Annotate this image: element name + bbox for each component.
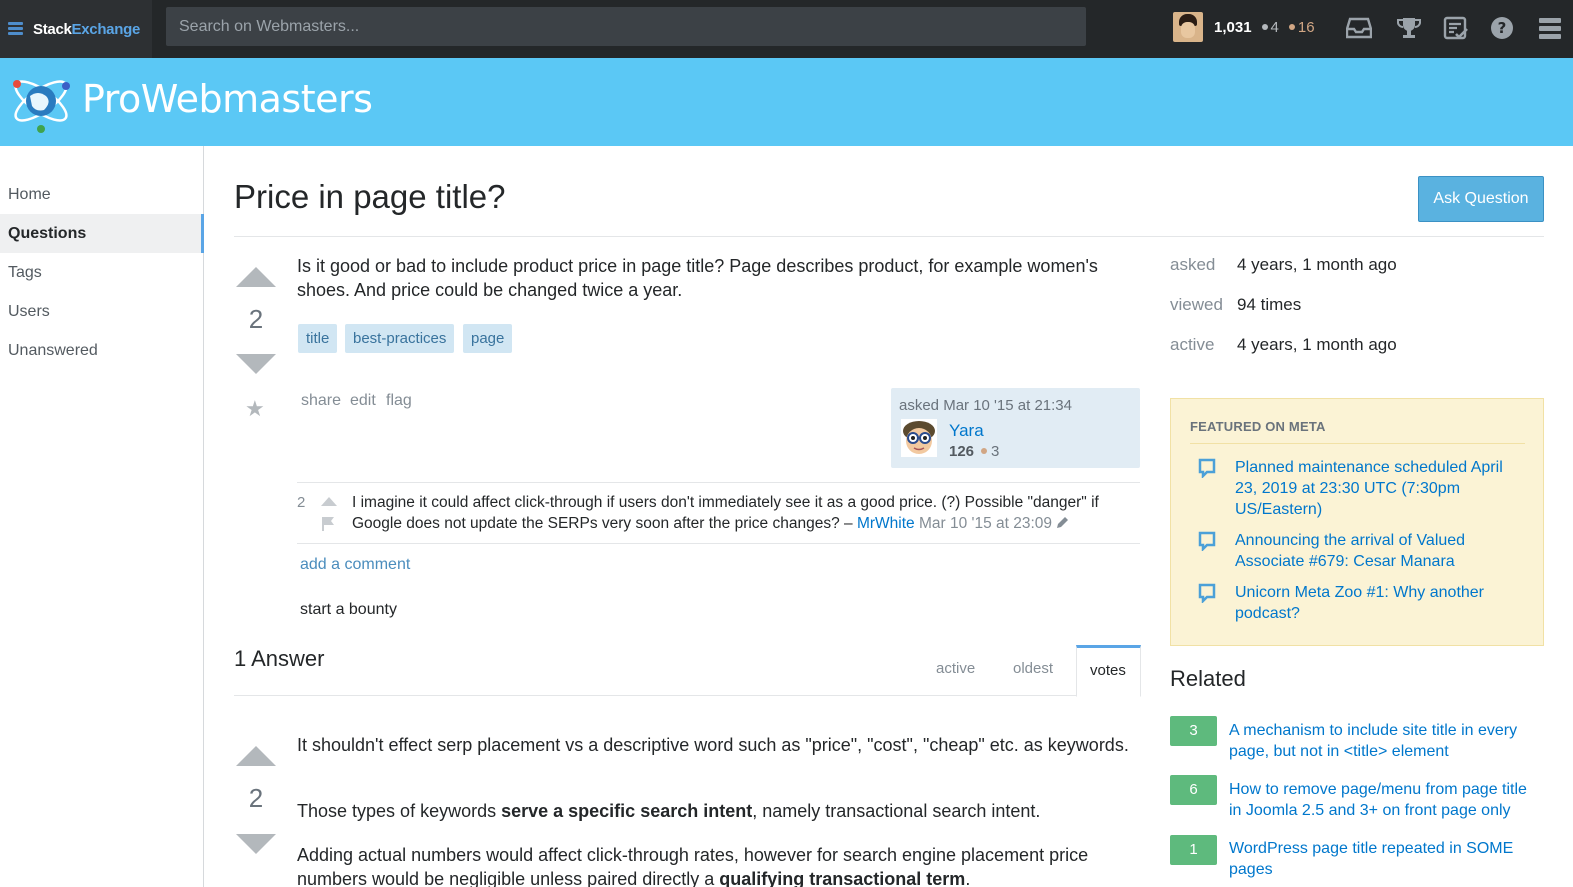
answer-vote-count: 2 [248, 783, 264, 813]
reputation: 1,031 [1214, 18, 1252, 36]
flag-link[interactable]: flag [386, 392, 412, 410]
comment-date: Mar 10 '15 at 23:09 [914, 515, 1053, 532]
ask-question-button[interactable]: Ask Question [1418, 176, 1544, 222]
stat-label-active: active [1170, 335, 1215, 354]
tag-page[interactable]: page [463, 324, 513, 353]
stat-value-viewed: 94 times [1237, 295, 1302, 314]
featured-link[interactable]: Unicorn Meta Zoo #1: Why another podcast… [1235, 582, 1525, 624]
related-title: Related [1170, 666, 1246, 691]
svg-text:?: ? [1498, 19, 1507, 37]
featured-on-meta: FEATURED ON META Planned maintenance sch… [1170, 398, 1544, 646]
answers-count-header: 1 Answer [234, 646, 325, 671]
stat-label-asked: asked [1170, 255, 1216, 274]
answer-paragraph: It shouldn't effect serp placement vs a … [297, 735, 1129, 755]
help-icon[interactable]: ? [1490, 16, 1516, 40]
brand-part: Stack [33, 20, 72, 38]
bronze-badge-icon [981, 448, 987, 454]
featured-link[interactable]: Announcing the arrival of Valued Associa… [1235, 530, 1525, 572]
tab-votes[interactable]: votes [1090, 662, 1126, 679]
site-header: ProWebmasters [0, 58, 1573, 146]
start-bounty-link[interactable]: start a bounty [300, 601, 397, 619]
comment-flag-icon[interactable] [322, 517, 334, 531]
meta-chat-icon [1198, 458, 1216, 478]
related-link[interactable]: How to remove page/menu from page title … [1229, 779, 1534, 821]
stat-value-asked: 4 years, 1 month ago [1237, 255, 1397, 274]
related-score[interactable]: 6 [1170, 775, 1217, 805]
stackexchange-brand: StackExchange [33, 21, 140, 38]
nav-item-questions[interactable]: Questions [0, 214, 204, 253]
answer-downvote-icon[interactable] [236, 834, 276, 854]
comments-list: 2 I imagine it could affect click-throug… [297, 482, 1140, 544]
stat-value-active[interactable]: 4 years, 1 month ago [1237, 335, 1397, 355]
related-score[interactable]: 3 [1170, 716, 1217, 746]
related-link[interactable]: A mechanism to include site title in eve… [1229, 720, 1534, 762]
stackexchange-icon [8, 22, 23, 36]
silver-badge-icon [1261, 24, 1268, 30]
avatar[interactable] [1173, 12, 1203, 42]
answer-emphasis: qualifying transactional term [719, 869, 966, 887]
related-score[interactable]: 1 [1170, 835, 1217, 865]
site-name[interactable]: ProWebmasters [82, 77, 373, 121]
nav-item-tags[interactable]: Tags [0, 253, 204, 292]
upvote-icon[interactable] [236, 267, 276, 287]
tab-oldest[interactable]: oldest [1013, 660, 1053, 677]
comment-score: 2 [297, 494, 306, 511]
answer-text: , namely transactional search intent. [752, 801, 1041, 821]
share-link[interactable]: share [301, 392, 341, 410]
tag-title[interactable]: title [298, 324, 338, 353]
user-card[interactable]: 1,031 4 16 [1173, 12, 1315, 42]
answer-emphasis: serve a specific search intent [501, 801, 753, 821]
nav-item-home[interactable]: Home [0, 175, 204, 214]
menu-icon[interactable] [1538, 16, 1564, 40]
meta-chat-icon [1198, 583, 1216, 603]
nav-item-users[interactable]: Users [0, 292, 204, 331]
left-sidebar: Home Questions Tags Users Unanswered [0, 146, 204, 887]
silver-badge-count: 4 [1270, 18, 1279, 36]
owner-card: asked Mar 10 '15 at 21:34 Yara 126 3 [891, 388, 1140, 468]
answer-upvote-icon[interactable] [236, 746, 276, 766]
site-logo-icon[interactable] [8, 66, 74, 136]
featured-title: FEATURED ON META [1190, 419, 1326, 434]
question-title[interactable]: Price in page title? [234, 178, 506, 216]
achievements-icon[interactable] [1396, 16, 1422, 40]
divider [234, 695, 1141, 696]
stackexchange-logo[interactable]: StackExchange [0, 0, 152, 58]
inbox-icon[interactable] [1346, 16, 1372, 40]
favorite-star-icon[interactable]: ★ [245, 396, 265, 422]
comment-body: I imagine it could affect click-through … [352, 492, 1132, 534]
nav-item-unanswered[interactable]: Unanswered [0, 331, 204, 370]
owner-reputation: 126 [949, 443, 975, 460]
answer-text: . [965, 869, 971, 887]
related-link[interactable]: WordPress page title repeated in SOME pa… [1229, 838, 1534, 880]
question-vote-count: 2 [248, 304, 264, 334]
top-bar: StackExchange 1,031 4 16 ? [0, 0, 1573, 58]
brand-part: Exchange [71, 20, 141, 38]
bronze-badge-icon [1288, 24, 1295, 30]
tab-active[interactable]: active [936, 660, 975, 677]
comment-user[interactable]: MrWhite [857, 515, 915, 532]
question-body: Is it good or bad to include product pri… [297, 256, 1098, 300]
edit-link[interactable]: edit [350, 392, 376, 410]
owner-name[interactable]: Yara [949, 421, 984, 441]
answer-paragraph: Adding actual numbers would affect click… [297, 843, 1137, 887]
answer-paragraph: Those types of keywords serve a specific… [297, 799, 1137, 823]
search-input[interactable] [166, 7, 1086, 46]
owner-avatar[interactable] [901, 419, 937, 457]
stat-label-viewed: viewed [1170, 295, 1223, 314]
asked-date: asked Mar 10 '15 at 21:34 [899, 397, 1072, 414]
downvote-icon[interactable] [236, 354, 276, 374]
divider [234, 236, 1544, 237]
divider [1190, 443, 1525, 444]
review-icon[interactable] [1443, 16, 1469, 40]
add-comment-link[interactable]: add a comment [300, 556, 410, 574]
featured-link[interactable]: Planned maintenance scheduled April 23, … [1235, 457, 1525, 520]
bronze-badge-count: 16 [1297, 18, 1315, 36]
answer-text: Those types of keywords [297, 801, 502, 821]
tag-best-practices[interactable]: best-practices [345, 324, 455, 353]
owner-bronze-count: 3 [991, 443, 1000, 460]
meta-chat-icon [1198, 531, 1216, 551]
edit-pencil-icon[interactable] [1056, 516, 1069, 529]
comment-upvote-icon[interactable] [321, 497, 337, 506]
